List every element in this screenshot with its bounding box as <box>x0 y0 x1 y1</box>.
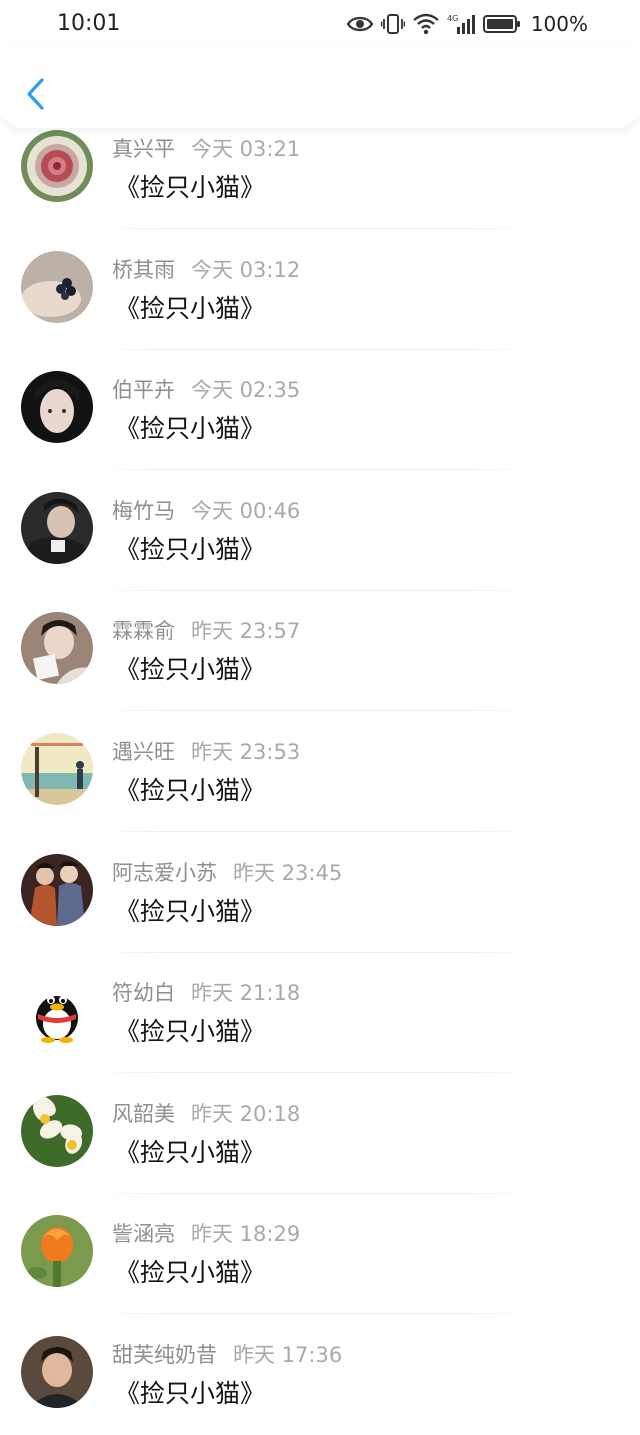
vibrate-icon <box>380 13 405 35</box>
comment-time: 今天 03:12 <box>191 257 301 282</box>
comment-text: 《捡只小猫》 <box>115 1017 266 1047</box>
user-name[interactable]: 桥其雨 <box>112 258 175 282</box>
svg-text:4G: 4G <box>447 14 458 23</box>
chevron-left-icon <box>27 78 44 110</box>
status-bar: 10:01 4G 100% <box>0 0 640 48</box>
user-name[interactable]: 甜芙纯奶昔 <box>112 1343 217 1367</box>
wifi-icon <box>413 13 439 35</box>
comment-row[interactable]: 符幼白 昨天 21:18 《捡只小猫》 <box>0 952 640 1074</box>
avatar[interactable] <box>21 1094 93 1167</box>
eye-icon <box>346 15 373 33</box>
comment-text: 《捡只小猫》 <box>115 655 266 685</box>
comment-row[interactable]: 甜芙纯奶昔 昨天 17:36 《捡只小猫》 <box>0 1314 640 1435</box>
comment-text: 《捡只小猫》 <box>115 534 266 564</box>
user-name[interactable]: 霖霖俞 <box>112 619 175 643</box>
comment-row[interactable]: 訾涵亮 昨天 18:29 《捡只小猫》 <box>0 1193 640 1315</box>
comment-list: 真兴平 今天 03:21 《捡只小猫》 桥其雨 今天 03:12 《捡只小猫》 伯平… <box>0 108 640 1435</box>
header-bar <box>0 48 640 128</box>
comment-text: 《捡只小猫》 <box>115 414 266 444</box>
comment-time: 昨天 17:36 <box>233 1342 343 1367</box>
comment-row[interactable]: 伯平卉 今天 02:35 《捡只小猫》 <box>0 349 640 471</box>
comment-time: 昨天 23:57 <box>191 619 301 644</box>
comment-text: 《捡只小猫》 <box>115 1137 266 1167</box>
user-name[interactable]: 伯平卉 <box>112 378 175 402</box>
comment-text: 《捡只小猫》 <box>115 896 266 926</box>
status-icons: 4G 100% <box>346 10 588 38</box>
user-name[interactable]: 风韶美 <box>112 1102 175 1126</box>
avatar[interactable] <box>21 732 93 805</box>
comment-time: 昨天 20:18 <box>191 1101 301 1126</box>
back-button[interactable] <box>18 72 52 116</box>
avatar[interactable] <box>21 371 93 444</box>
battery-icon <box>482 14 521 34</box>
avatar[interactable] <box>21 1215 93 1288</box>
avatar[interactable] <box>21 250 93 323</box>
avatar[interactable] <box>21 130 93 202</box>
user-name[interactable]: 真兴平 <box>112 137 175 161</box>
comment-time: 今天 00:46 <box>191 498 301 523</box>
avatar[interactable] <box>21 1335 93 1408</box>
avatar[interactable] <box>21 974 93 1047</box>
comment-row[interactable]: 风韶美 昨天 20:18 《捡只小猫》 <box>0 1073 640 1194</box>
comment-time: 昨天 21:18 <box>191 981 301 1006</box>
comment-row[interactable]: 阿志爱小苏 昨天 23:45 《捡只小猫》 <box>0 832 640 953</box>
user-name[interactable]: 阿志爱小苏 <box>112 861 217 885</box>
comment-text: 《捡只小猫》 <box>115 1378 266 1408</box>
comment-time: 昨天 23:45 <box>233 860 343 885</box>
user-name[interactable]: 訾涵亮 <box>112 1222 175 1246</box>
comment-time: 今天 02:35 <box>191 378 301 403</box>
comment-time: 昨天 23:53 <box>191 739 301 764</box>
comment-text: 《捡只小猫》 <box>115 1258 266 1288</box>
avatar[interactable] <box>21 853 93 926</box>
comment-text: 《捡只小猫》 <box>115 173 266 202</box>
user-name[interactable]: 遇兴旺 <box>112 740 175 764</box>
avatar[interactable] <box>21 612 93 685</box>
signal-4g-icon: 4G <box>447 13 475 35</box>
comment-row[interactable]: 霖霖俞 昨天 23:57 《捡只小猫》 <box>0 590 640 712</box>
avatar[interactable] <box>21 491 93 564</box>
comment-time: 今天 03:21 <box>191 137 301 161</box>
comment-text: 《捡只小猫》 <box>115 775 266 805</box>
user-name[interactable]: 梅竹马 <box>112 499 175 523</box>
comment-row[interactable]: 遇兴旺 昨天 23:53 《捡只小猫》 <box>0 711 640 832</box>
user-name[interactable]: 符幼白 <box>112 981 175 1005</box>
battery-percent: 100% <box>530 12 588 36</box>
status-time: 10:01 <box>57 11 121 36</box>
comment-row[interactable]: 梅竹马 今天 00:46 《捡只小猫》 <box>0 470 640 591</box>
comment-text: 《捡只小猫》 <box>115 293 266 323</box>
comment-time: 昨天 18:29 <box>191 1222 301 1247</box>
comment-row[interactable]: 桥其雨 今天 03:12 《捡只小猫》 <box>0 229 640 350</box>
